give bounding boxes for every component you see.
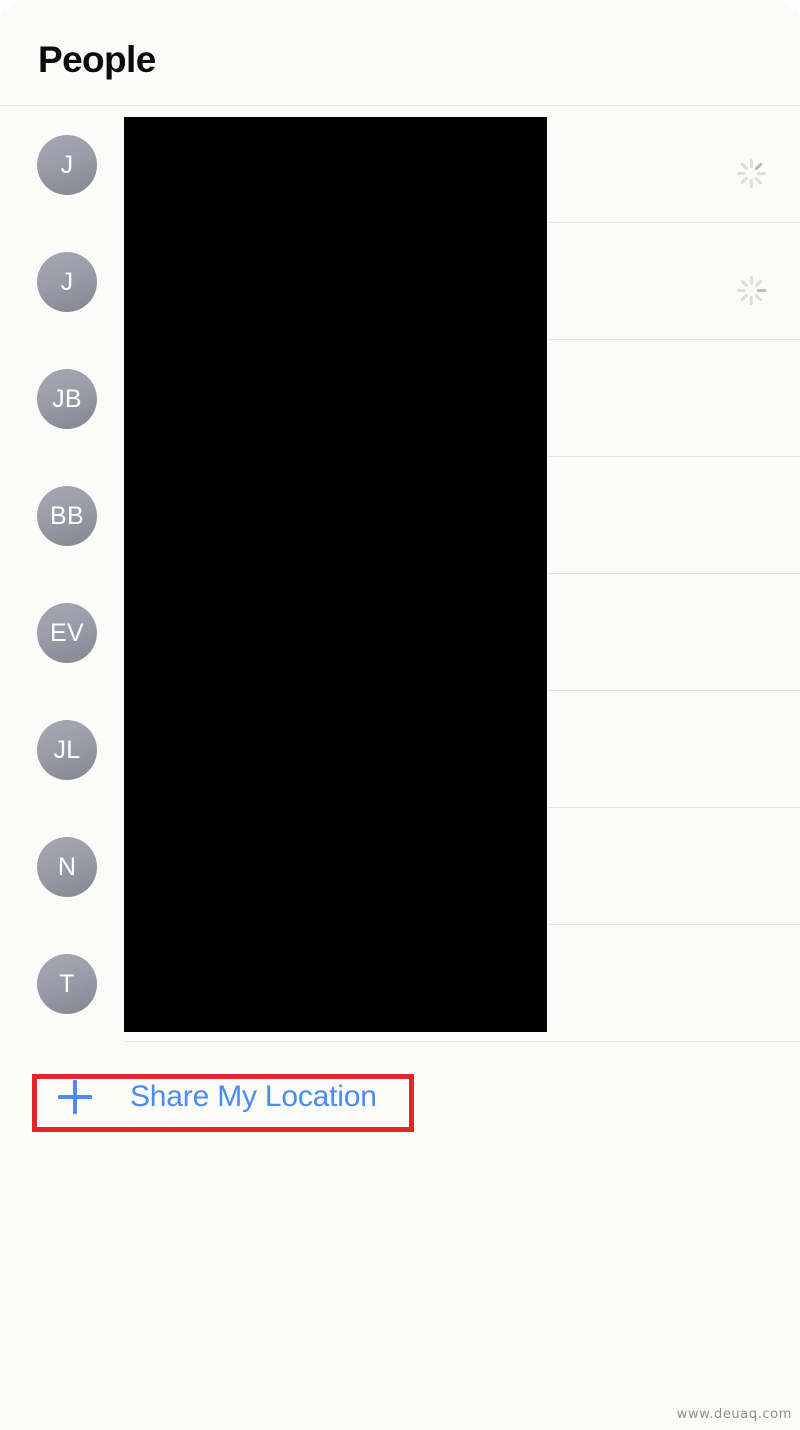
people-sheet: People J J JB BB EV JL N T Share My Location ww… <box>0 0 800 1430</box>
avatar: J <box>37 135 97 195</box>
avatar: EV <box>37 603 97 663</box>
avatar: J <box>37 252 97 312</box>
avatar: N <box>37 837 97 897</box>
plus-icon <box>58 1080 92 1114</box>
share-my-location-button[interactable]: Share My Location <box>38 1068 378 1126</box>
redacted-names-block <box>124 117 547 1032</box>
watermark: www.deuaq.com <box>676 1407 792 1422</box>
avatar: T <box>37 954 97 1014</box>
loading-spinner-icon <box>736 158 767 189</box>
page-title: People <box>38 39 156 80</box>
avatar: JB <box>37 369 97 429</box>
avatar: BB <box>37 486 97 546</box>
loading-spinner-icon <box>736 275 767 306</box>
row-separator <box>124 1041 800 1042</box>
sheet-header: People <box>0 0 800 105</box>
avatar: JL <box>37 720 97 780</box>
share-my-location-label: Share My Location <box>130 1080 377 1113</box>
share-my-location-row[interactable]: Share My Location <box>0 1046 800 1158</box>
